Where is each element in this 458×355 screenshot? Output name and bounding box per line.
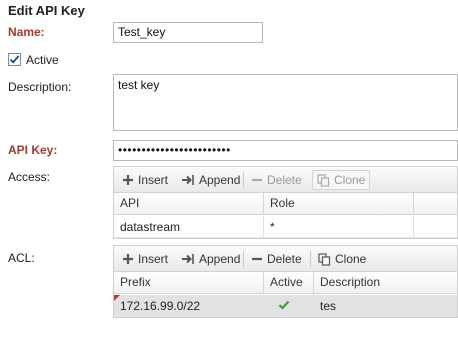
acl-delete-label: Delete (267, 252, 302, 266)
access-append-button[interactable]: Append (177, 170, 244, 190)
acl-grid-header: Prefix Active Description (114, 272, 457, 294)
access-delete-button[interactable]: Delete (247, 170, 306, 190)
cell-description[interactable]: tes (314, 295, 457, 317)
minus-icon (252, 178, 262, 182)
plus-icon (123, 254, 133, 264)
clone-icon (317, 173, 330, 187)
toolbar-separator (243, 251, 244, 267)
active-label: Active (26, 53, 59, 67)
checkmark-icon (278, 300, 290, 310)
toolbar-separator (310, 251, 311, 267)
description-textarea[interactable]: test key (113, 74, 458, 131)
access-insert-label: Insert (138, 173, 169, 187)
append-arrow-icon (182, 254, 194, 264)
acl-label: ACL: (8, 251, 35, 265)
column-header-prefix[interactable]: Prefix (114, 272, 264, 294)
active-checkbox[interactable] (8, 53, 21, 66)
clone-icon (318, 252, 331, 266)
column-header-description[interactable]: Description (314, 272, 457, 294)
cell-active[interactable] (264, 295, 314, 317)
access-label: Access: (8, 170, 51, 184)
table-row[interactable]: datastream * (114, 216, 457, 238)
api-key-field[interactable]: •••••••••••••••••••••••• (113, 140, 458, 161)
plus-icon (123, 175, 133, 185)
column-header-role[interactable]: Role (264, 193, 414, 215)
cell-prefix[interactable]: 172.16.99.0/22 (114, 295, 264, 317)
acl-insert-button[interactable]: Insert (118, 249, 172, 269)
access-grid-header: API Role (114, 193, 457, 215)
column-header-active[interactable]: Active (264, 272, 314, 294)
access-delete-label: Delete (267, 173, 302, 187)
name-field[interactable]: Test_key (113, 22, 263, 43)
minus-icon (252, 257, 262, 261)
acl-toolbar: Insert Append Delete Clone (114, 246, 457, 272)
access-clone-label: Clone (334, 173, 366, 187)
access-insert-button[interactable]: Insert (118, 170, 172, 190)
access-grid: Insert Append Delete Clone API Role data… (113, 166, 458, 239)
acl-delete-button[interactable]: Delete (247, 249, 306, 269)
acl-insert-label: Insert (138, 252, 169, 266)
cell-role[interactable]: * (264, 216, 414, 238)
column-header-api[interactable]: API (114, 193, 264, 215)
cell-api[interactable]: datastream (114, 216, 264, 238)
api-key-label: API Key: (8, 143, 58, 157)
acl-clone-button[interactable]: Clone (314, 249, 370, 269)
acl-clone-label: Clone (335, 252, 367, 266)
acl-append-label: Append (199, 252, 241, 266)
access-toolbar: Insert Append Delete Clone (114, 167, 457, 193)
name-label: Name: (8, 25, 45, 39)
append-arrow-icon (182, 175, 194, 185)
toolbar-separator (243, 172, 244, 188)
checkmark-icon (9, 55, 20, 64)
cell-prefix-text: 172.16.99.0/22 (120, 299, 201, 313)
page-title: Edit API Key (8, 3, 85, 18)
table-row[interactable]: 172.16.99.0/22 tes (114, 295, 457, 317)
access-append-label: Append (199, 173, 241, 187)
acl-append-button[interactable]: Append (177, 249, 244, 269)
modified-marker (114, 295, 120, 301)
acl-grid: Insert Append Delete Clone Prefix Active… (113, 245, 458, 318)
description-label: Description: (8, 80, 72, 94)
access-clone-button[interactable]: Clone (312, 170, 371, 190)
